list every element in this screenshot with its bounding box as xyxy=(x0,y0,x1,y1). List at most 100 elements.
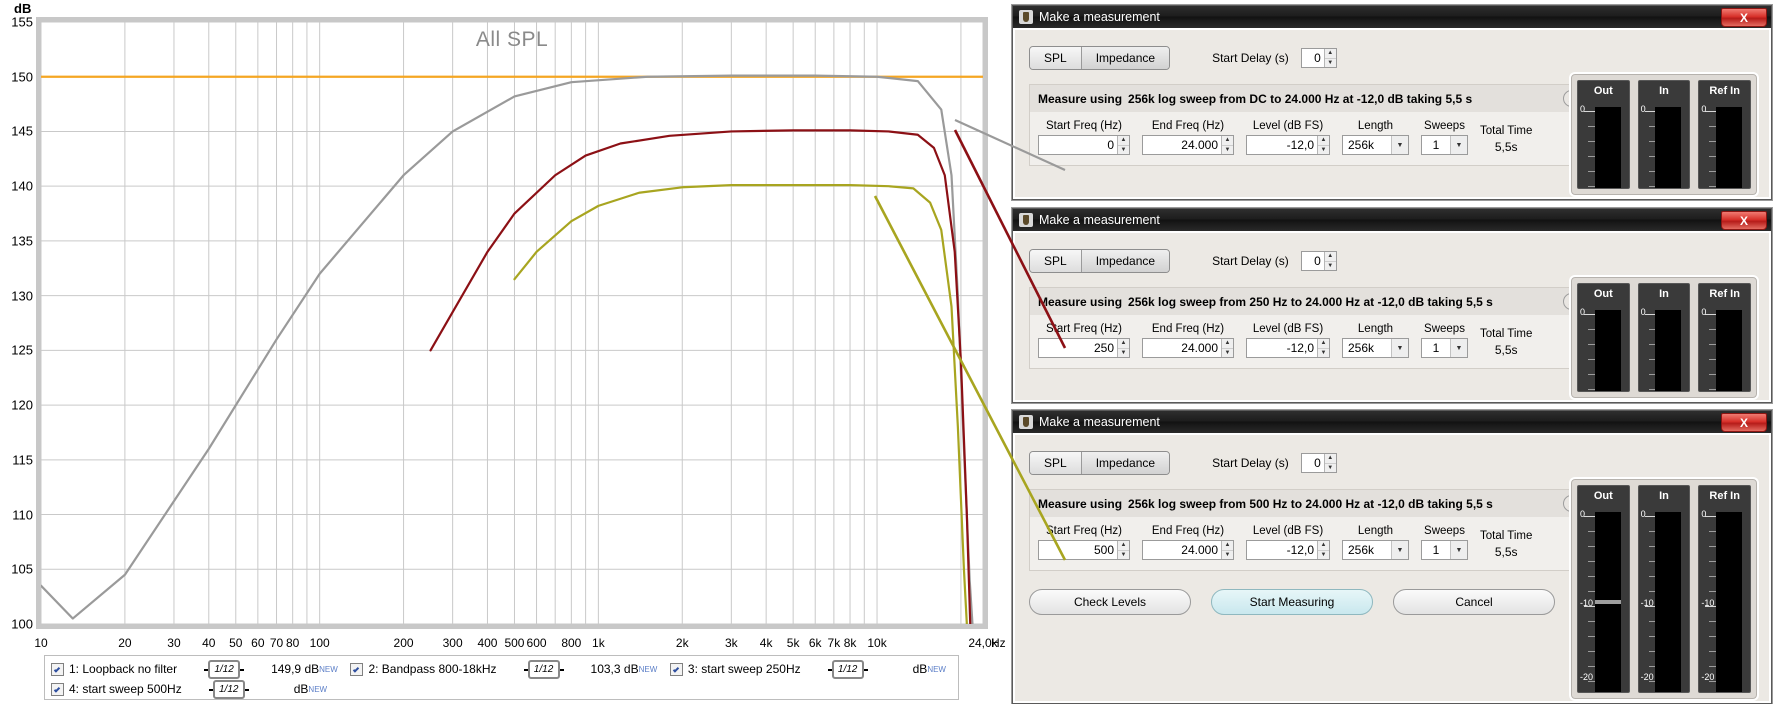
tab-impedance[interactable]: Impedance xyxy=(1081,250,1170,272)
x-tick-label: 6k xyxy=(808,636,822,650)
start-delay-input[interactable] xyxy=(1301,252,1324,270)
legend-checkbox-icon[interactable] xyxy=(51,662,64,676)
close-icon[interactable]: X xyxy=(1721,8,1767,27)
dialog-titlebar[interactable]: Make a measurement X xyxy=(1013,411,1771,433)
length-select[interactable]: 256k ▼ xyxy=(1342,338,1409,358)
sweeps-value: 1 xyxy=(1432,543,1440,557)
stepper-arrows[interactable]: ▲ ▼ xyxy=(1323,49,1336,67)
cancel-button[interactable]: Cancel xyxy=(1393,589,1555,615)
start-freq-input[interactable] xyxy=(1039,136,1117,154)
sweeps-select[interactable]: 1 ▼ xyxy=(1421,135,1468,155)
tab-spl[interactable]: SPL xyxy=(1030,452,1082,474)
legend-item-3[interactable]: 3: start sweep 250Hz 1/12 dB NEW xyxy=(669,659,946,679)
legend-checkbox-icon[interactable] xyxy=(669,662,683,676)
legend-item-1[interactable]: 1: Loopback no filter 1/12 149,9 dB NEW xyxy=(51,659,338,679)
stepper-arrows[interactable]: ▲ ▼ xyxy=(1221,339,1233,357)
start-freq-stepper[interactable]: ▲▼ xyxy=(1038,135,1130,155)
start-freq-stepper[interactable]: ▲▼ xyxy=(1038,338,1130,358)
stepper-arrows[interactable]: ▲ ▼ xyxy=(1317,339,1329,357)
make-a-measurement-dialog-3[interactable]: Make a measurement X SPL Impedance Start… xyxy=(1012,410,1772,704)
measurement-type-toggle[interactable]: SPL Impedance xyxy=(1029,46,1171,70)
level-input[interactable] xyxy=(1247,541,1317,559)
smoothing-badge[interactable]: 1/12 xyxy=(208,679,249,699)
legend-row: 1: Loopback no filter 1/12 149,9 dB NEW 2… xyxy=(51,659,952,679)
legend-item-4[interactable]: 4: start sweep 500Hz 1/12 dB NEW xyxy=(51,679,327,699)
start-delay-input[interactable] xyxy=(1301,49,1324,67)
end-freq-input[interactable] xyxy=(1143,136,1221,154)
end-freq-input[interactable] xyxy=(1143,541,1221,559)
legend-checkbox-icon[interactable] xyxy=(350,662,364,676)
level-meters-panel: Out 0 -10 -20 -30 In 0 -10 -20 -30 Ref I… xyxy=(1569,477,1759,701)
length-select[interactable]: 256k ▼ xyxy=(1342,135,1409,155)
total-time-label: Total Time xyxy=(1480,328,1533,340)
legend-item-2[interactable]: 2: Bandpass 800-18kHz 1/12 103,3 dB NEW xyxy=(350,659,657,679)
x-tick-label: 8k xyxy=(843,636,857,650)
y-axis-ticks: 155 150 145 140 135 130 125 120 115 110 105 100 xyxy=(0,0,35,640)
chevron-down-icon[interactable]: ▼ xyxy=(1450,339,1467,357)
x-tick-label: 4k xyxy=(759,636,773,650)
stepper-arrows[interactable]: ▲ ▼ xyxy=(1317,136,1329,154)
plot-frame[interactable]: All SPL xyxy=(36,17,988,629)
chevron-down-icon: ▼ xyxy=(1224,146,1231,153)
start-delay-stepper[interactable]: ▲▼ xyxy=(1300,48,1337,68)
chevron-up-icon: ▲ xyxy=(1318,541,1329,551)
start-delay-stepper[interactable]: ▲▼ xyxy=(1300,251,1337,271)
smoothing-badge[interactable]: 1/12 xyxy=(827,659,868,679)
end-freq-stepper[interactable]: ▲▼ xyxy=(1142,540,1234,560)
chevron-down-icon[interactable]: ▼ xyxy=(1450,136,1467,154)
end-freq-stepper[interactable]: ▲▼ xyxy=(1142,135,1234,155)
start-delay-input[interactable] xyxy=(1301,454,1324,472)
stepper-arrows[interactable]: ▲ ▼ xyxy=(1117,339,1129,357)
close-icon[interactable]: X xyxy=(1721,211,1767,230)
make-a-measurement-dialog-1[interactable]: Make a measurement X SPL Impedance Start… xyxy=(1012,5,1772,200)
stepper-arrows[interactable]: ▲ ▼ xyxy=(1221,136,1233,154)
stepper-arrows[interactable]: ▲ ▼ xyxy=(1323,454,1336,472)
level-stepper[interactable]: ▲▼ xyxy=(1246,540,1330,560)
check-levels-button[interactable]: Check Levels xyxy=(1029,589,1191,615)
length-select[interactable]: 256k ▼ xyxy=(1342,540,1409,560)
measure-using-label: Measure using xyxy=(1038,496,1123,511)
sweeps-select[interactable]: 1 ▼ xyxy=(1421,338,1468,358)
close-icon[interactable]: X xyxy=(1721,413,1767,432)
start-delay-stepper[interactable]: ▲▼ xyxy=(1300,453,1337,473)
legend-box[interactable]: 1: Loopback no filter 1/12 149,9 dB NEW 2… xyxy=(44,655,959,700)
start-freq-stepper[interactable]: ▲▼ xyxy=(1038,540,1130,560)
chevron-up-icon: ▲ xyxy=(1324,49,1336,59)
tab-spl[interactable]: SPL xyxy=(1030,47,1082,69)
stepper-arrows[interactable]: ▲ ▼ xyxy=(1323,252,1336,270)
measurement-type-toggle[interactable]: SPL Impedance xyxy=(1029,249,1171,273)
dialog-title: Make a measurement xyxy=(1039,10,1160,24)
dialog-titlebar[interactable]: Make a measurement X xyxy=(1013,6,1771,28)
tab-impedance[interactable]: Impedance xyxy=(1081,47,1170,69)
start-measuring-button[interactable]: Start Measuring xyxy=(1211,589,1373,615)
chevron-down-icon[interactable]: ▼ xyxy=(1450,541,1467,559)
tab-spl[interactable]: SPL xyxy=(1030,250,1082,272)
smoothing-badge[interactable]: 1/12 xyxy=(204,659,245,679)
level-stepper[interactable]: ▲▼ xyxy=(1246,338,1330,358)
smoothing-badge[interactable]: 1/12 xyxy=(523,659,564,679)
chevron-down-icon[interactable]: ▼ xyxy=(1391,339,1408,357)
stepper-arrows[interactable]: ▲ ▼ xyxy=(1117,136,1129,154)
end-freq-stepper[interactable]: ▲▼ xyxy=(1142,338,1234,358)
sweeps-select[interactable]: 1 ▼ xyxy=(1421,540,1468,560)
x-tick-label: 100 xyxy=(309,636,330,650)
chevron-down-icon[interactable]: ▼ xyxy=(1391,541,1408,559)
make-a-measurement-dialog-2[interactable]: Make a measurement X SPL Impedance Start… xyxy=(1012,208,1772,403)
chevron-down-icon[interactable]: ▼ xyxy=(1391,136,1408,154)
measurement-type-toggle[interactable]: SPL Impedance xyxy=(1029,451,1171,475)
tab-impedance[interactable]: Impedance xyxy=(1081,452,1170,474)
dialog-titlebar[interactable]: Make a measurement X xyxy=(1013,209,1771,231)
chevron-down-icon: ▼ xyxy=(1327,464,1334,471)
end-freq-input[interactable] xyxy=(1143,339,1221,357)
legend-checkbox-icon[interactable] xyxy=(51,682,64,696)
start-freq-input[interactable] xyxy=(1039,541,1117,559)
stepper-arrows[interactable]: ▲ ▼ xyxy=(1221,541,1233,559)
meter-scale-label: 0 xyxy=(1640,509,1646,519)
level-input[interactable] xyxy=(1247,339,1317,357)
stepper-arrows[interactable]: ▲ ▼ xyxy=(1117,541,1129,559)
measure-using-label: Measure using xyxy=(1038,91,1123,106)
start-freq-input[interactable] xyxy=(1039,339,1117,357)
level-input[interactable] xyxy=(1247,136,1317,154)
stepper-arrows[interactable]: ▲ ▼ xyxy=(1317,541,1329,559)
level-stepper[interactable]: ▲▼ xyxy=(1246,135,1330,155)
